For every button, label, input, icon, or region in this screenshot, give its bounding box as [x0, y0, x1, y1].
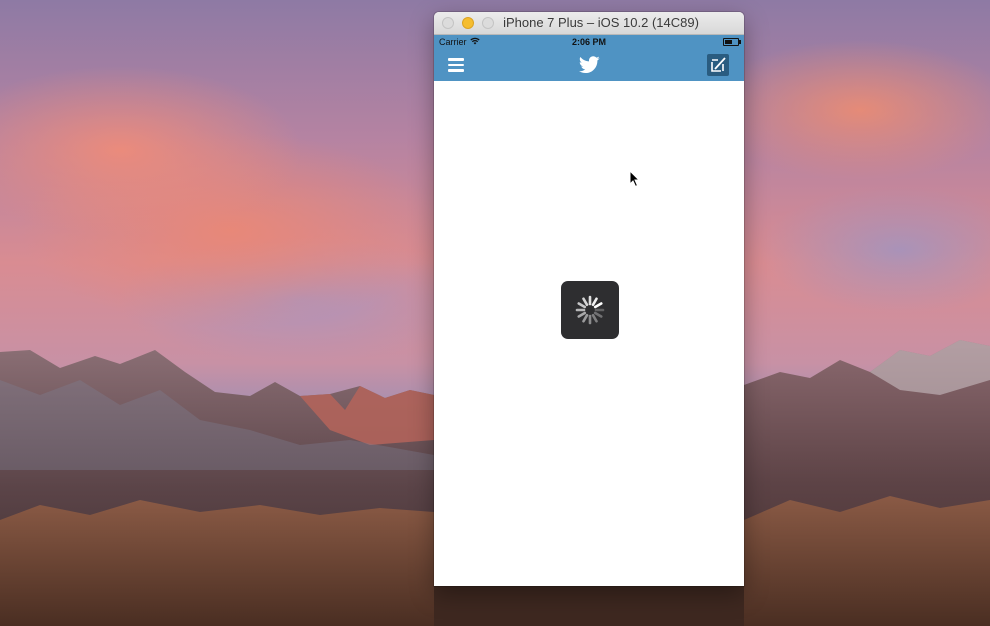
- timeline-content: [434, 81, 744, 586]
- spinner-spoke: [591, 297, 598, 307]
- status-time: 2:06 PM: [571, 37, 606, 47]
- simulator-window: iPhone 7 Plus – iOS 10.2 (14C89) Carrier…: [434, 12, 744, 586]
- spinner-spoke: [577, 311, 587, 318]
- spinner-spoke: [593, 302, 603, 309]
- twitter-bird-icon: [579, 56, 600, 74]
- hamburger-menu-icon[interactable]: [448, 58, 464, 72]
- navigation-bar: [434, 49, 744, 81]
- spinner-spoke: [591, 313, 598, 323]
- window-title: iPhone 7 Plus – iOS 10.2 (14C89): [503, 15, 699, 30]
- mouse-pointer-icon: [629, 170, 641, 188]
- compose-button[interactable]: [707, 54, 729, 76]
- window-titlebar[interactable]: iPhone 7 Plus – iOS 10.2 (14C89): [434, 12, 744, 35]
- loading-indicator: [561, 281, 619, 339]
- ios-status-bar: Carrier 2:06 PM: [434, 35, 744, 49]
- battery-icon: [723, 38, 741, 46]
- activity-spinner-icon: [575, 295, 605, 325]
- spinner-spoke: [582, 297, 589, 307]
- compose-icon: [711, 57, 726, 72]
- spinner-spoke: [582, 313, 589, 323]
- spinner-spoke: [577, 302, 587, 309]
- spinner-spoke: [593, 311, 603, 318]
